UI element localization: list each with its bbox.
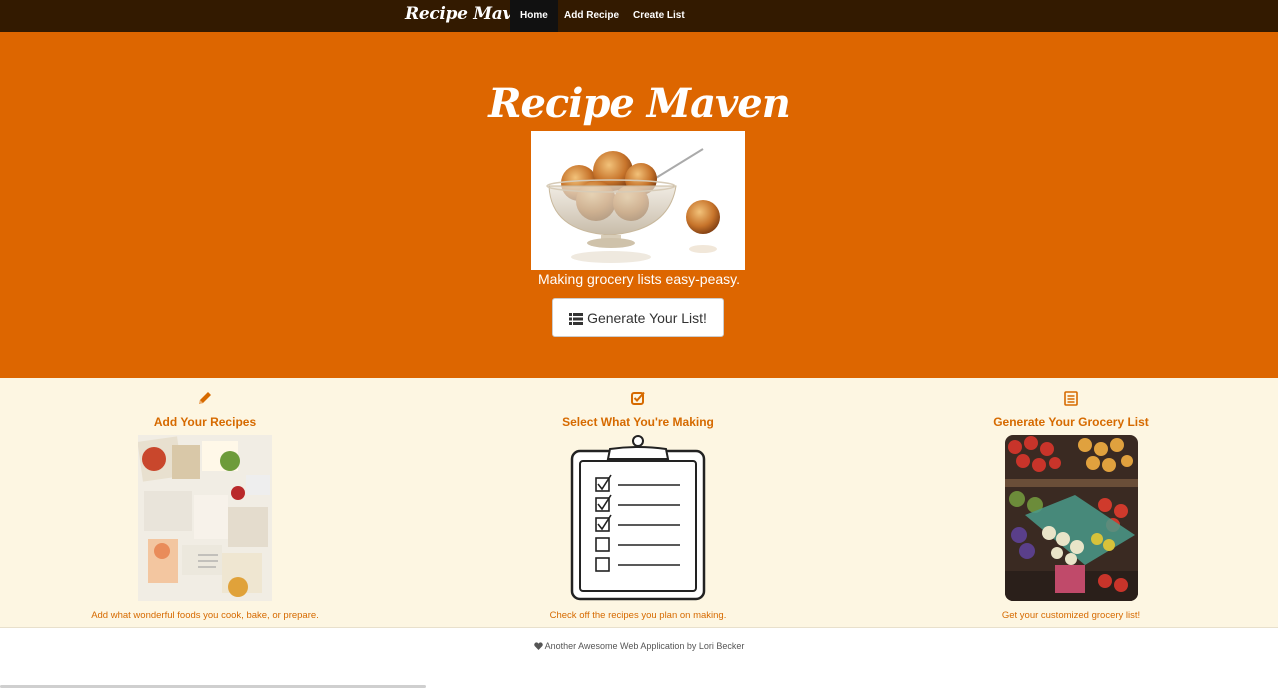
footer: Another Awesome Web Application by Lori … [0, 641, 1278, 651]
nav-add-recipe[interactable]: Add Recipe [554, 0, 629, 32]
generate-list-label: Generate Your List! [587, 309, 707, 326]
recipe-collage-image [138, 435, 272, 601]
hero-image [531, 131, 745, 270]
nav-create-list[interactable]: Create List [623, 0, 695, 32]
heart-icon [533, 641, 545, 651]
generate-list-button[interactable]: Generate Your List! [552, 298, 724, 337]
feature-title: Generate Your Grocery List [993, 415, 1149, 429]
feature-description: Add what wonderful foods you cook, bake,… [91, 610, 319, 621]
hero-section: Recipe Maven Making grocery lists easy-p… [0, 32, 1278, 378]
feature-title: Select What You're Making [562, 415, 714, 429]
list-icon [569, 312, 584, 325]
feature-add-recipes: Add Your Recipes Add what wonderful food… [5, 378, 405, 628]
nav-home[interactable]: Home [510, 0, 558, 32]
list-alt-icon [871, 390, 1271, 406]
feature-description: Check off the recipes you plan on making… [549, 610, 727, 621]
features-section: Add Your Recipes Add what wonderful food… [0, 378, 1278, 628]
hero-title: Recipe Maven [488, 80, 791, 127]
feature-generate-grocery: Generate Your Grocery List Get your cust… [871, 378, 1271, 628]
pencil-icon [5, 390, 405, 406]
navbar: Recipe Maven Home Add Recipe Create List [0, 0, 1278, 32]
feature-title: Add Your Recipes [153, 415, 257, 429]
feature-select-making: Select What You're Making Check off the … [438, 378, 838, 628]
grocery-produce-image [1005, 435, 1138, 601]
clipboard-checklist-image [566, 435, 710, 603]
checkbox-icon [438, 390, 838, 406]
footer-text: Another Awesome Web Application by Lori … [544, 641, 745, 651]
hero-tagline: Making grocery lists easy-peasy. [537, 271, 741, 287]
feature-description: Get your customized grocery list! [1001, 610, 1141, 621]
